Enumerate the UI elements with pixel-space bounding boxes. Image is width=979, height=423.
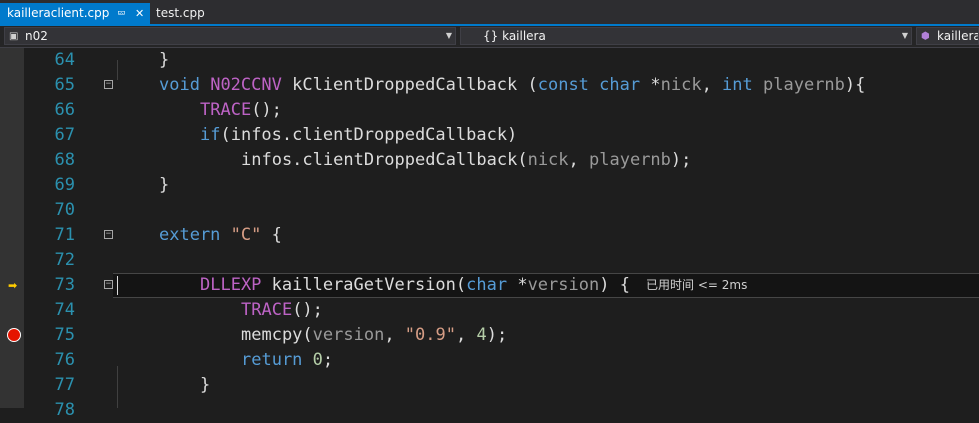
code-line-77: 77 } [0,373,979,398]
code-text: extern "C" { [159,225,282,245]
member-scope-label: kaillera [937,29,979,43]
collapse-icon[interactable]: − [104,80,113,89]
code-line-70: 70 [0,198,979,223]
tab-test-cpp[interactable]: test.cpp [150,3,206,24]
code-line-69: 69 } [0,173,979,198]
line-number: 66 [54,100,75,120]
line-number: 69 [54,175,75,195]
line-number: 76 [54,350,75,370]
pin-icon[interactable]: ⮹ [117,3,126,24]
collapse-icon[interactable]: − [104,230,113,239]
code-text: if(infos.clientDroppedCallback) [200,125,518,145]
project-scope-label: n02 [25,29,48,43]
project-scope-dropdown[interactable]: ▣ n02 ▼ [4,27,456,45]
code-text: void N02CCNV kClientDroppedCallback (con… [159,75,866,95]
chevron-down-icon: ▼ [445,31,452,40]
text-caret [117,276,118,295]
breakpoint-icon[interactable] [7,328,21,342]
code-line-76: 76 return 0; [0,348,979,373]
code-text: TRACE(); [200,100,282,120]
line-number: 68 [54,150,75,170]
namespace-icon: ⬢ [921,31,930,42]
collapse-icon[interactable]: − [104,280,113,289]
code-text: memcpy(version, "0.9", 4); [241,325,508,345]
code-line-64: 64 } [0,48,979,73]
line-number: 65 [54,75,75,95]
namespace-scope-dropdown[interactable]: {} kaillera ▼ [460,27,912,45]
document-tab-bar: kailleraclient.cpp ⮹ ✕ test.cpp [0,0,979,26]
line-number: 71 [54,225,75,245]
close-icon[interactable]: ✕ [135,3,144,24]
code-text: } [200,375,211,395]
project-icon: ▣ [9,31,19,42]
member-scope-dropdown[interactable]: ⬢ kaillera [916,27,979,45]
code-line-65: 65 − void N02CCNV kClientDroppedCallback… [0,73,979,98]
namespace-scope-label: {} kaillera [483,29,546,43]
chevron-down-icon: ▼ [901,31,908,40]
code-line-75: 75 memcpy(version, "0.9", 4); [0,323,979,348]
line-number: 77 [54,375,75,395]
code-text: DLLEXP kailleraGetVersion(char *version)… [200,275,630,295]
code-line-78: 78 [0,398,979,423]
code-line-72: 72 [0,248,979,273]
code-text: } [159,175,170,195]
code-line-68: 68 infos.clientDroppedCallback(nick, pla… [0,148,979,173]
code-line-73: ➡ 73 − DLLEXP kailleraGetVersion(char *v… [0,273,979,298]
code-line-66: 66 TRACE(); [0,98,979,123]
line-number: 74 [54,300,75,320]
navigation-bar: ▣ n02 ▼ {} kaillera ▼ ⬢ kaillera [0,26,979,48]
code-line-74: 74 TRACE(); [0,298,979,323]
code-text: return 0; [241,350,334,370]
tab-kailleraclient-cpp[interactable]: kailleraclient.cpp ⮹ ✕ [0,3,150,24]
line-number: 64 [54,50,75,70]
code-text: } [159,50,170,70]
code-line-71: 71 − extern "C" { [0,223,979,248]
perf-tip[interactable]: 已用时间 <= 2ms [646,273,747,298]
instruction-pointer-arrow-icon[interactable]: ➡ [8,280,17,291]
line-number: 78 [54,400,75,420]
code-text: TRACE(); [241,300,323,320]
line-number: 75 [54,325,75,345]
line-number: 70 [54,200,75,220]
code-text: infos.clientDroppedCallback(nick, player… [241,150,692,170]
line-number: 67 [54,125,75,145]
code-line-67: 67 if(infos.clientDroppedCallback) [0,123,979,148]
line-number: 72 [54,250,75,270]
code-editor[interactable]: 64 } 65 − void N02CCNV kClientDroppedCal… [0,48,979,420]
tab-label: kailleraclient.cpp [7,6,110,20]
line-number: 73 [54,275,75,295]
tab-label: test.cpp [156,6,205,20]
